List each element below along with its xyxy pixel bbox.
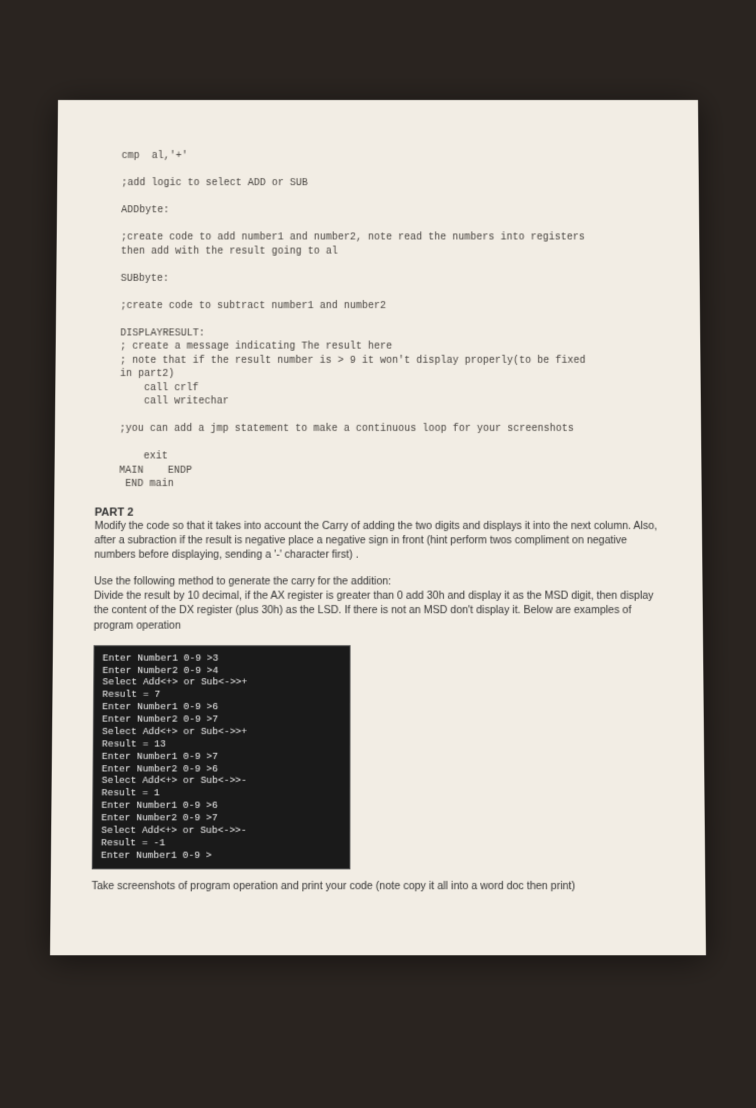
part2-paragraph-1: Modify the code so that it takes into ac… <box>94 518 662 562</box>
document-page: cmp al,'+' ;add logic to select ADD or S… <box>50 100 706 955</box>
part2-paragraph-2: Use the following method to generate the… <box>94 574 663 632</box>
footer-instruction: Take screenshots of program operation an… <box>92 879 665 892</box>
assembly-code-block: cmp al,'+' ;add logic to select ADD or S… <box>95 150 661 492</box>
part2-heading: PART 2 <box>95 506 662 518</box>
console-output-screenshot: Enter Number1 0-9 >3 Enter Number2 0-9 >… <box>92 645 351 869</box>
